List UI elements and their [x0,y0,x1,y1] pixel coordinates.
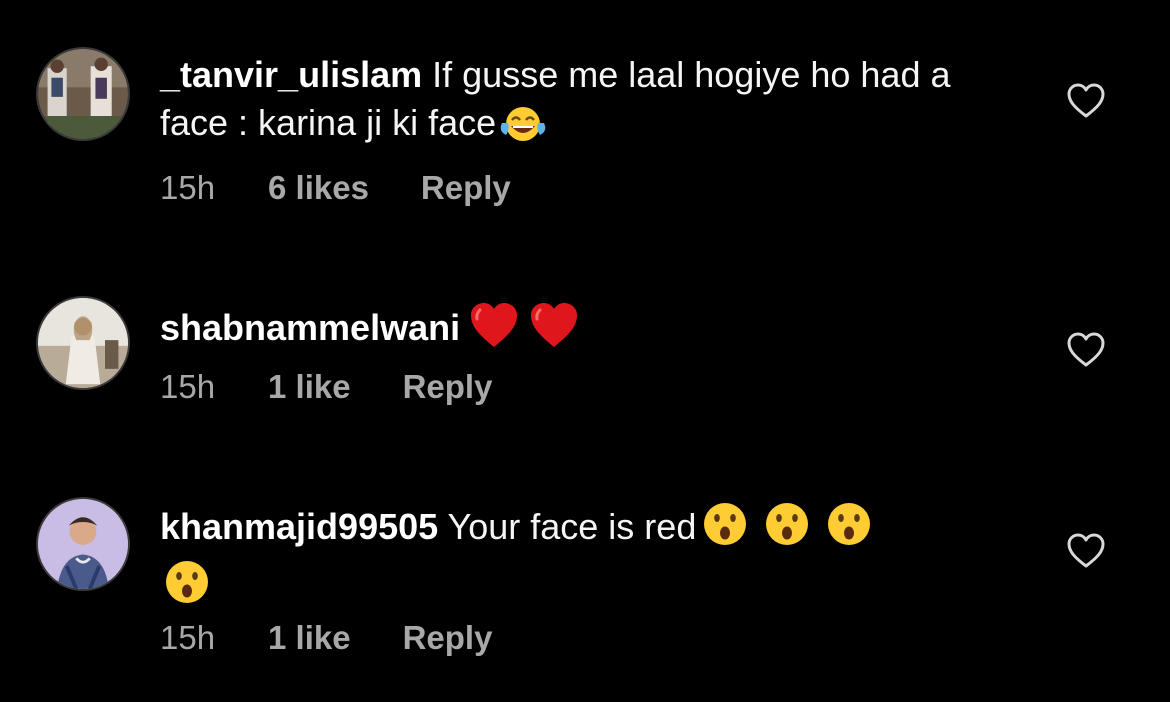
red-heart-icon [528,300,580,362]
astonished-emoji-icon [698,501,752,559]
astonished-emoji-icon [160,559,214,617]
heart-outline-icon[interactable] [1066,332,1106,368]
comment-body: shabnammelwani [160,300,1020,362]
comment-username[interactable]: shabnammelwani [160,307,460,348]
laughing-emoji-icon [498,103,548,155]
avatar[interactable] [36,497,130,591]
comment-time: 15h [160,169,216,206]
comment-time: 15h [160,619,216,656]
avatar[interactable] [36,296,130,390]
comment-username[interactable]: _tanvir_ulislam [160,54,422,95]
red-heart-icon [468,300,520,362]
heart-outline-icon[interactable] [1066,533,1106,569]
likes-count-link[interactable]: 1 like [268,619,351,657]
comment-meta: 15h 6 likes Reply [160,169,511,207]
reply-button[interactable]: Reply [403,619,493,657]
reply-button[interactable]: Reply [421,169,511,207]
avatar[interactable] [36,47,130,141]
comment-meta: 15h 1 like Reply [160,368,492,406]
heart-outline-icon[interactable] [1066,83,1106,119]
comment-body: khanmajid99505 Your face is red [160,501,1020,617]
comment-meta: 15h 1 like Reply [160,619,492,657]
comment-time: 15h [160,368,216,405]
astonished-emoji-icon [816,501,876,559]
comment-body: _tanvir_ulislam If gusse me laal hogiye … [160,51,1020,155]
astonished-emoji-icon [754,501,814,559]
comment-text: Your face is red [447,506,697,547]
comment-username[interactable]: khanmajid99505 [160,506,438,547]
likes-count-link[interactable]: 6 likes [268,169,369,207]
likes-count-link[interactable]: 1 like [268,368,351,406]
reply-button[interactable]: Reply [403,368,493,406]
